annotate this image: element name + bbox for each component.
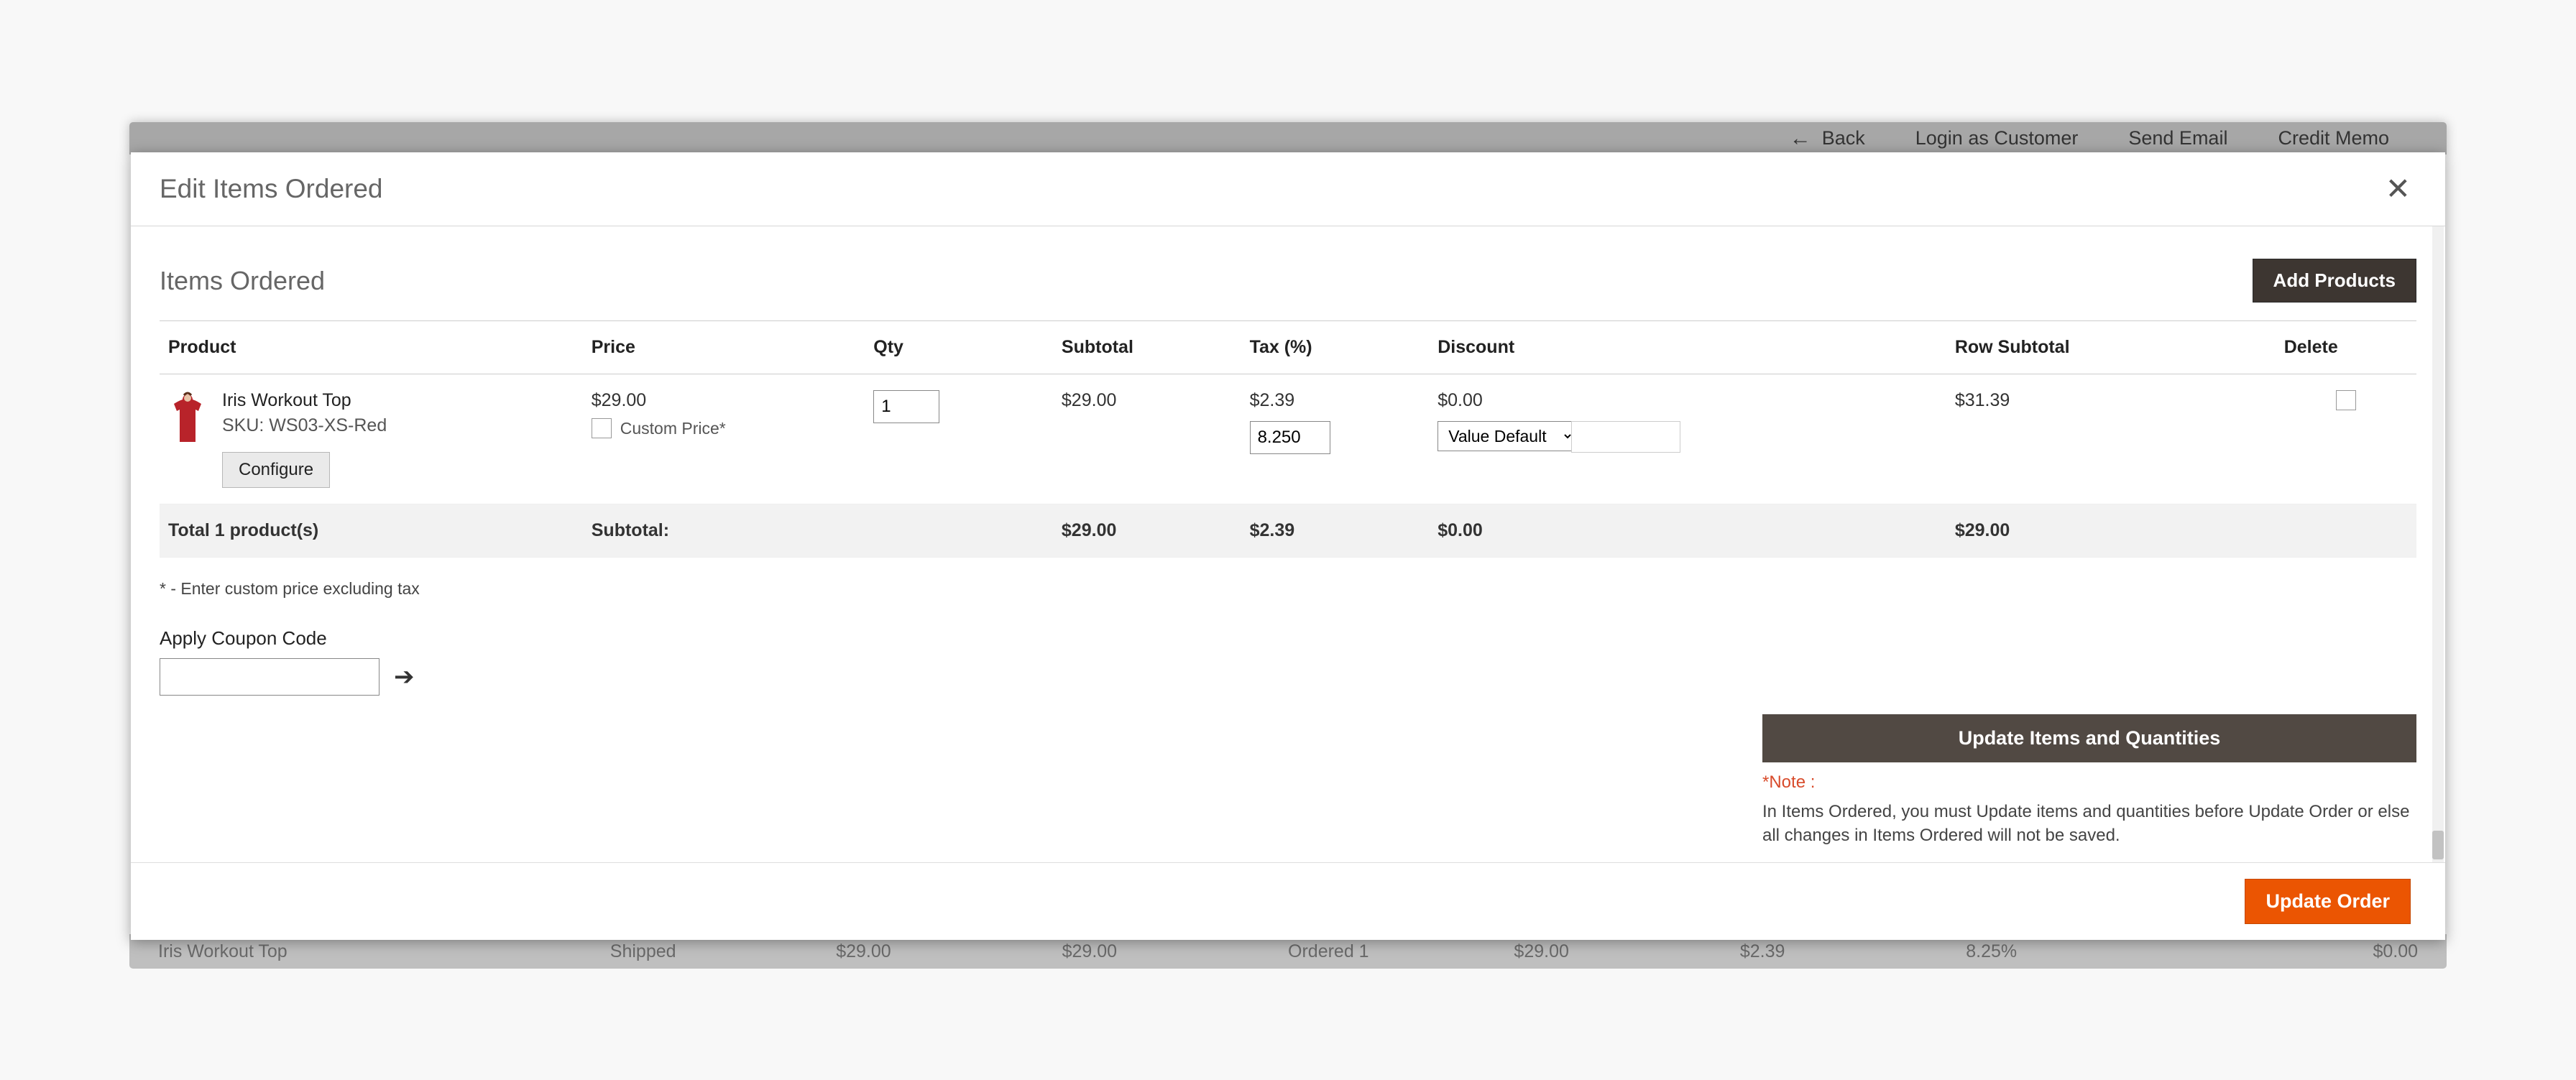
discount-value-input[interactable] (1571, 421, 1680, 453)
coupon-label: Apply Coupon Code (160, 627, 2416, 650)
totals-row-subtotal: $29.00 (1946, 504, 2276, 558)
col-qty: Qty (865, 321, 1053, 374)
col-discount: Discount (1429, 321, 1946, 374)
tax-amount: $2.39 (1250, 390, 1421, 411)
configure-button[interactable]: Configure (222, 452, 330, 488)
table-row: Iris Workout Top SKU: WS03-XS-Red Config… (160, 374, 2416, 504)
modal-footer: Update Order (131, 862, 2445, 940)
delete-checkbox[interactable] (2336, 390, 2356, 410)
close-icon[interactable]: ✕ (2386, 174, 2411, 204)
discount-amount: $0.00 (1438, 390, 1938, 411)
custom-price-label: Custom Price* (620, 419, 726, 438)
col-delete: Delete (2276, 321, 2416, 374)
update-items-button[interactable]: Update Items and Quantities (1762, 714, 2416, 762)
modal-body: Items Ordered Add Products Product Price… (131, 226, 2445, 862)
totals-subtotal-label: Subtotal: (583, 504, 865, 558)
col-product: Product (160, 321, 583, 374)
section-header: Items Ordered Add Products (160, 234, 2416, 321)
col-tax: Tax (%) (1241, 321, 1430, 374)
credit-memo-link: Credit Memo (2278, 127, 2389, 149)
coupon-input[interactable] (160, 658, 380, 696)
update-items-block: Update Items and Quantities *Note : In I… (1762, 714, 2416, 848)
items-table: Product Price Qty Subtotal Tax (%) Disco… (160, 321, 2416, 558)
totals-tax: $2.39 (1241, 504, 1430, 558)
qty-input[interactable] (873, 390, 939, 423)
login-as-customer-link: Login as Customer (1915, 127, 2079, 149)
delete-cell (2276, 374, 2416, 504)
custom-price-footnote: * - Enter custom price excluding tax (160, 579, 2416, 599)
edit-items-modal: Edit Items Ordered ✕ Items Ordered Add P… (131, 152, 2445, 940)
discount-select[interactable]: Value Default (1438, 421, 1574, 451)
product-name: Iris Workout Top (222, 390, 387, 411)
back-arrow-icon: ← (1790, 126, 1811, 151)
page-actions-toolbar: ← Back Login as Customer Send Email Cred… (129, 122, 2447, 154)
totals-row: Total 1 product(s) Subtotal: $29.00 $2.3… (160, 504, 2416, 558)
section-title: Items Ordered (160, 266, 325, 296)
qty-cell (865, 374, 1053, 504)
col-row-subtotal: Row Subtotal (1946, 321, 2276, 374)
coupon-block: Apply Coupon Code ➔ (160, 627, 2416, 696)
price-value: $29.00 (592, 390, 857, 411)
totals-subtotal: $29.00 (1053, 504, 1241, 558)
col-price: Price (583, 321, 865, 374)
totals-label: Total 1 product(s) (160, 504, 583, 558)
product-cell: Iris Workout Top SKU: WS03-XS-Red Config… (160, 374, 583, 504)
apply-coupon-icon[interactable]: ➔ (394, 665, 415, 689)
col-subtotal: Subtotal (1053, 321, 1241, 374)
modal-title: Edit Items Ordered (160, 174, 383, 204)
subtotal-cell: $29.00 (1053, 374, 1241, 504)
update-order-button[interactable]: Update Order (2245, 879, 2411, 924)
modal-header: Edit Items Ordered ✕ (131, 152, 2445, 226)
tax-cell: $2.39 (1241, 374, 1430, 504)
product-thumbnail (168, 390, 208, 448)
product-sku: SKU: WS03-XS-Red (222, 415, 387, 436)
discount-cell: $0.00 Value Default (1429, 374, 1946, 504)
note-star: *Note : (1762, 772, 2416, 793)
custom-price-row[interactable]: Custom Price* (592, 418, 857, 438)
add-products-button[interactable]: Add Products (2253, 259, 2416, 303)
row-subtotal-cell: $31.39 (1946, 374, 2276, 504)
tax-percent-input[interactable] (1250, 421, 1330, 454)
table-header-row: Product Price Qty Subtotal Tax (%) Disco… (160, 321, 2416, 374)
note-text: In Items Ordered, you must Update items … (1762, 800, 2416, 848)
totals-discount: $0.00 (1429, 504, 1946, 558)
custom-price-checkbox[interactable] (592, 418, 612, 438)
send-email-link: Send Email (2128, 127, 2227, 149)
back-link: Back (1822, 127, 1865, 149)
price-cell: $29.00 Custom Price* (583, 374, 865, 504)
scrollbar[interactable] (2432, 226, 2444, 862)
